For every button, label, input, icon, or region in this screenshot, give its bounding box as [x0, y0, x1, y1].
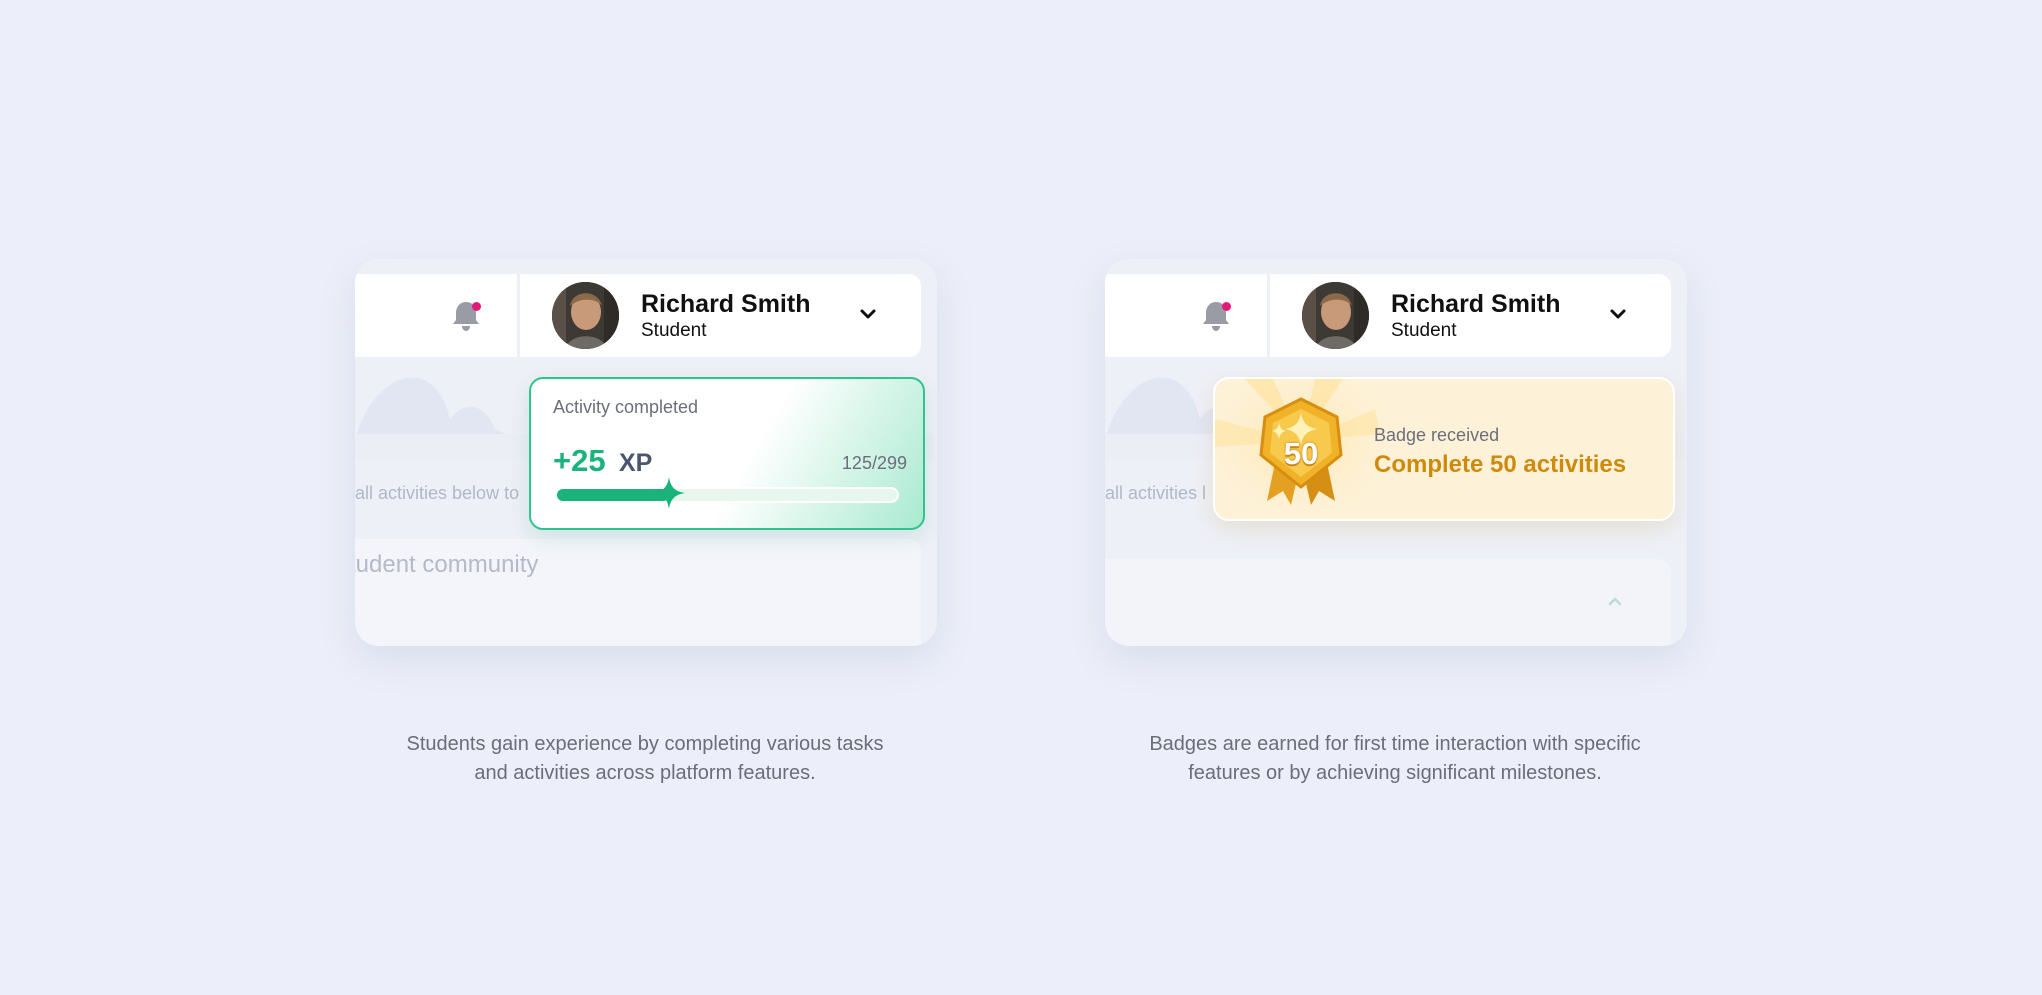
- sparkle-icon: [653, 477, 685, 509]
- user-photo-avatar-icon: [552, 282, 619, 349]
- badge-caption-line-1: Badges are earned for first time interac…: [1149, 733, 1641, 755]
- medal-number: 50: [1283, 436, 1319, 471]
- badge-notification[interactable]: 50 Badge received Complete 50 activities: [1213, 377, 1675, 521]
- xp-demo-panel: Richard Smith Student all activities bel…: [355, 259, 937, 646]
- user-name: Richard Smith: [1391, 290, 1561, 318]
- notification-dot: [1222, 302, 1231, 311]
- badge-caption: Badges are earned for first time interac…: [1095, 730, 1695, 788]
- chevron-down-icon[interactable]: [1609, 307, 1627, 321]
- background-card: [1105, 559, 1671, 646]
- xp-caption: Students gain experience by completing v…: [345, 730, 945, 788]
- badge-notification-label: Badge received: [1374, 425, 1500, 445]
- chevron-down-icon[interactable]: [859, 307, 877, 321]
- user-role: Student: [641, 320, 707, 341]
- badge-notification-title: Complete 50 activities: [1374, 451, 1627, 478]
- badge-demo-panel: Richard Smith Student all activities l 5…: [1105, 259, 1687, 646]
- badge-caption-line-2: features or by achieving significant mil…: [1188, 762, 1602, 784]
- xp-notification[interactable]: Activity completed +25 XP 125/299: [529, 377, 925, 530]
- chevron-up-icon[interactable]: [1607, 596, 1623, 606]
- xp-notification-title: Activity completed: [553, 397, 699, 417]
- top-bar: Richard Smith Student: [1105, 274, 1671, 357]
- topbar-divider: [517, 274, 520, 357]
- xp-progress-bar: [555, 477, 899, 509]
- xp-caption-line-2: and activities across platform features.: [474, 762, 816, 784]
- topbar-divider: [1267, 274, 1270, 357]
- faded-background-text: all activities below to: [355, 483, 520, 503]
- faded-section-title: tudent community: [355, 551, 539, 578]
- user-name: Richard Smith: [641, 290, 811, 318]
- avatar[interactable]: [1302, 282, 1369, 349]
- top-bar: Richard Smith Student: [355, 274, 921, 357]
- user-role: Student: [1391, 320, 1457, 341]
- notification-dot: [472, 302, 481, 311]
- user-photo-avatar-icon: [1302, 282, 1369, 349]
- xp-caption-line-1: Students gain experience by completing v…: [406, 733, 884, 755]
- faded-background-text: all activities l: [1105, 483, 1207, 503]
- avatar[interactable]: [552, 282, 619, 349]
- xp-gained-value: +25: [553, 443, 606, 478]
- xp-unit: XP: [619, 449, 653, 477]
- xp-progress-count: 125/299: [841, 453, 907, 473]
